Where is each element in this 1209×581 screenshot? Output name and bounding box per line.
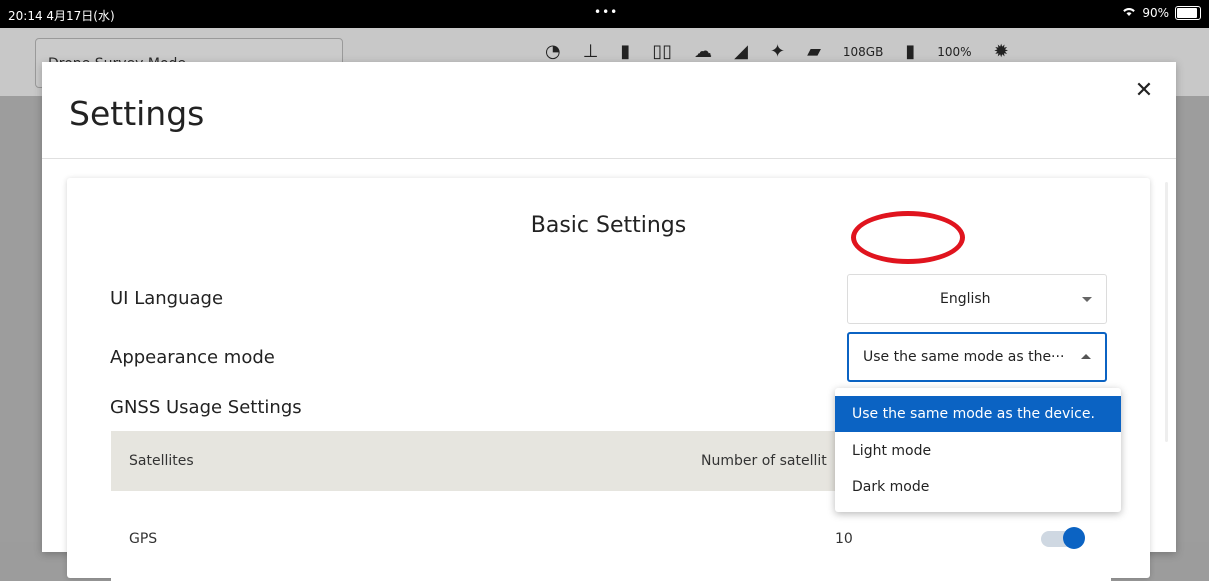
appearance-label: Appearance mode xyxy=(110,347,275,368)
section-title: Basic Settings xyxy=(530,213,687,238)
dropdown-option-light[interactable]: Light mode xyxy=(835,433,1121,469)
device-battery-text: 100% xyxy=(937,44,972,59)
appearance-value: Use the same mode as the··· xyxy=(863,349,1065,365)
appearance-select[interactable]: Use the same mode as the··· xyxy=(847,332,1107,382)
folder-icon[interactable]: ▰ xyxy=(807,41,821,62)
gear-icon[interactable]: ✹ xyxy=(994,41,1009,62)
split-view-icon[interactable]: ▯▯ xyxy=(652,41,672,62)
ui-language-value: English xyxy=(940,291,991,307)
antenna-icon[interactable]: ⊥ xyxy=(583,41,599,62)
close-icon[interactable]: ✕ xyxy=(1134,80,1154,102)
table-header-count: Number of satellit xyxy=(701,453,827,469)
ui-language-label: UI Language xyxy=(110,288,224,309)
speed-icon[interactable]: ◔ xyxy=(545,41,561,62)
modal-title: Settings xyxy=(69,94,205,133)
gps-toggle-thumb[interactable] xyxy=(1063,527,1085,549)
multitasking-dots[interactable]: ••• xyxy=(594,5,618,19)
gnss-title: GNSS Usage Settings xyxy=(110,397,302,418)
table-header-satellites: Satellites xyxy=(129,453,194,469)
status-right: 90% xyxy=(1122,6,1201,20)
chevron-down-icon xyxy=(1082,297,1092,302)
cloud-icon[interactable]: ☁ xyxy=(694,41,712,62)
ui-language-select[interactable]: English xyxy=(847,274,1107,324)
row-satellite-name: GPS xyxy=(129,531,158,547)
toolbar-icons: ◔ ⊥ ▮ ▯▯ ☁ ◢ ✦ ▰ 108GB ▮ 100% ✹ xyxy=(545,41,1009,62)
battery-icon xyxy=(1175,6,1201,20)
basic-settings-card: Basic Settings UI Language English Appea… xyxy=(67,178,1150,581)
divider xyxy=(42,158,1176,159)
appearance-dropdown-menu: Use the same mode as the device. Light m… xyxy=(835,388,1121,512)
battery-percent: 90% xyxy=(1142,6,1169,20)
wifi-icon xyxy=(1122,6,1136,20)
dropdown-option-device[interactable]: Use the same mode as the device. xyxy=(835,396,1121,432)
battery-device-icon: ▮ xyxy=(905,41,916,62)
status-bar: 20:14 4月17日(水) ••• 90% xyxy=(0,0,1209,28)
row-satellite-count: 10 xyxy=(835,531,853,547)
scrollbar[interactable] xyxy=(1165,182,1168,442)
dropdown-option-dark[interactable]: Dark mode xyxy=(835,469,1121,505)
status-time: 20:14 4月17日(水) xyxy=(8,9,115,23)
chevron-up-icon xyxy=(1081,354,1091,359)
signal-icon[interactable]: ◢ xyxy=(734,41,748,62)
satellite-icon[interactable]: ✦ xyxy=(770,41,785,62)
storage-text: 108GB xyxy=(842,44,884,59)
sim-icon[interactable]: ▮ xyxy=(620,41,630,62)
highlight-annotation xyxy=(851,211,965,264)
